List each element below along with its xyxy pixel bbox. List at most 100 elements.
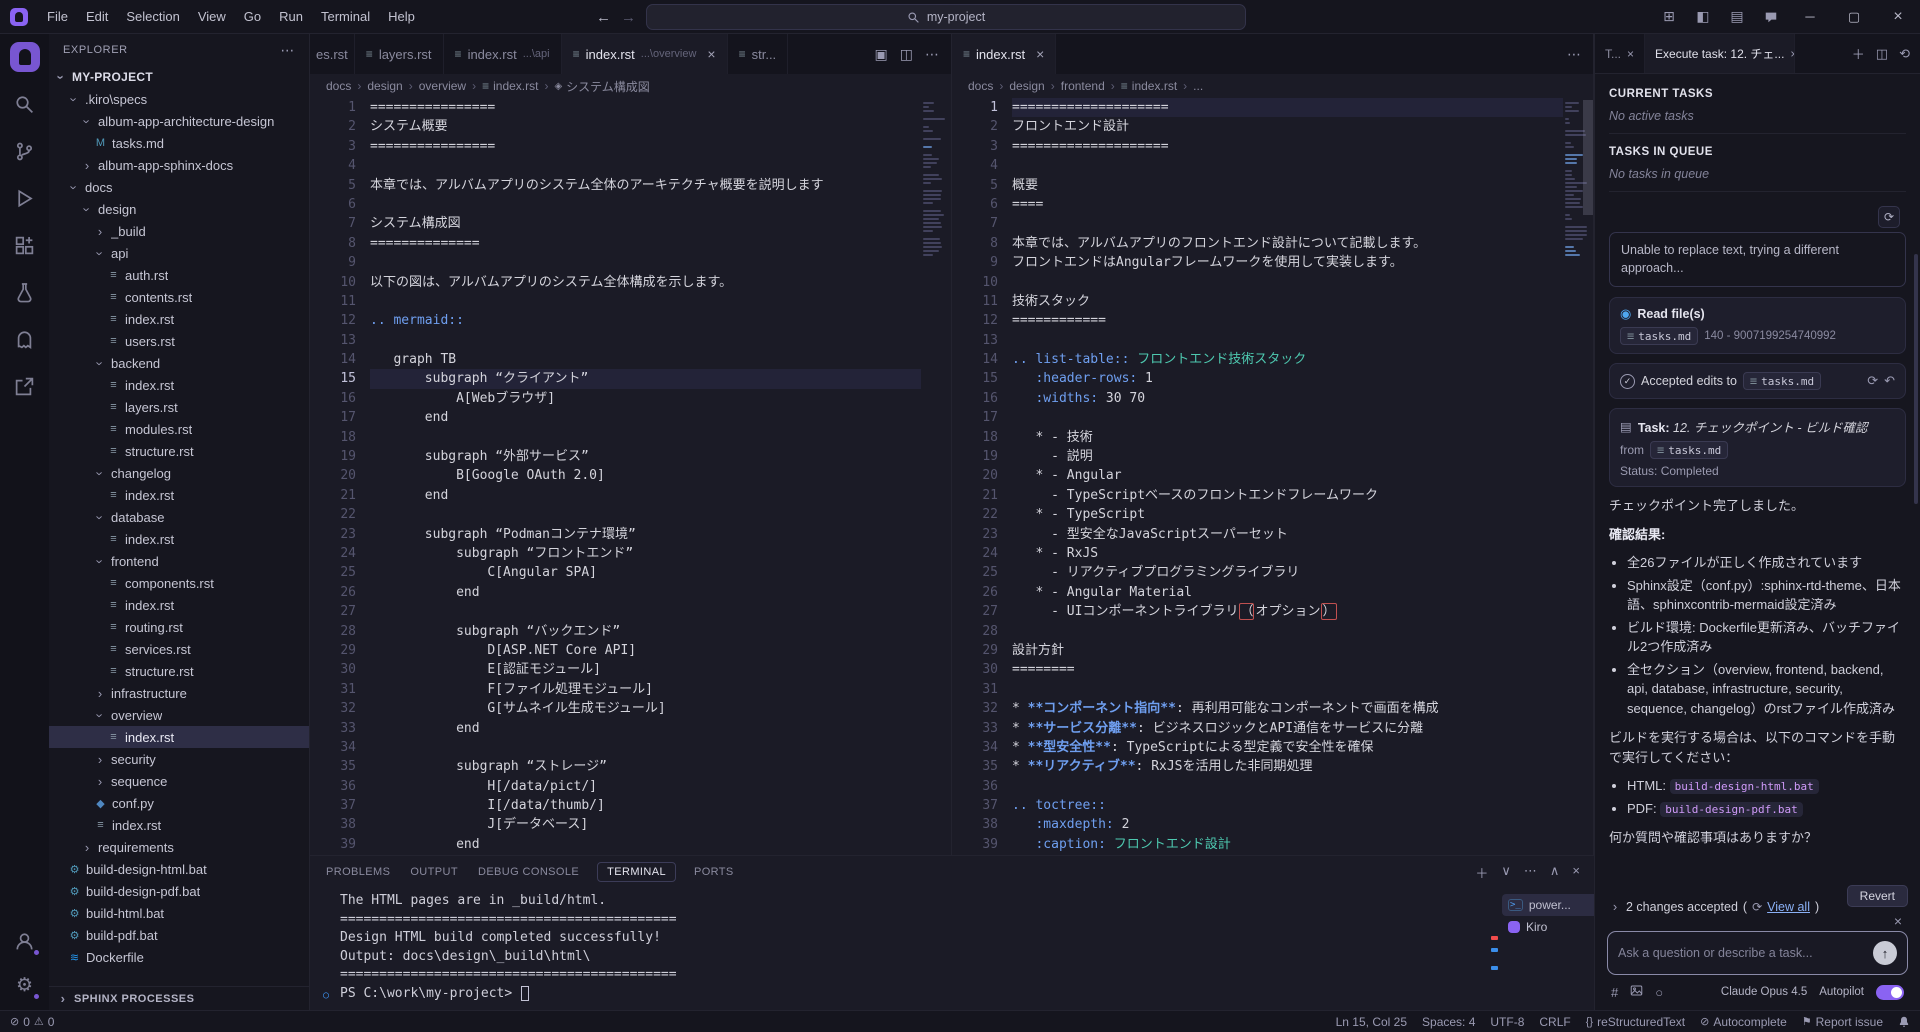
tree-item-overview[interactable]: ›overview	[49, 704, 309, 726]
revert-button[interactable]: Revert	[1847, 885, 1908, 907]
menu-go[interactable]: Go	[235, 5, 270, 28]
breadcrumb-item[interactable]: docs	[326, 79, 351, 93]
status-autocomplete[interactable]: ⊘Autocomplete	[1700, 1015, 1787, 1029]
panel-more-icon[interactable]: ⋯	[1524, 863, 1537, 882]
menu-run[interactable]: Run	[270, 5, 312, 28]
breadcrumb-item[interactable]: ≡index.rst	[1121, 79, 1177, 93]
tree-item-modules-rst[interactable]: ≡modules.rst	[49, 418, 309, 440]
tree-item-structure-rst[interactable]: ≡structure.rst	[49, 440, 309, 462]
breadcrumb-item[interactable]: ◈システム構成図	[554, 78, 649, 95]
remote-icon[interactable]	[10, 371, 40, 401]
file-chip[interactable]: ≡tasks.md	[1743, 372, 1821, 390]
file-chip[interactable]: ≡tasks.md	[1650, 441, 1728, 459]
breadcrumb-item[interactable]: ...	[1193, 79, 1203, 93]
breadcrumb-item[interactable]: design	[367, 79, 402, 93]
tree-item-backend[interactable]: ›backend	[49, 352, 309, 374]
maximize-panel-icon[interactable]: ∧	[1550, 863, 1560, 882]
tree-item-docs[interactable]: ›docs	[49, 176, 309, 198]
menu-help[interactable]: Help	[379, 5, 424, 28]
tree-item-auth-rst[interactable]: ≡auth.rst	[49, 264, 309, 286]
more-icon[interactable]: ⋯	[925, 46, 939, 63]
chat-icon[interactable]	[1754, 0, 1788, 33]
tree-item-api[interactable]: ›api	[49, 242, 309, 264]
close-tab-icon[interactable]: ×	[1627, 47, 1634, 61]
tree-item-index-rst[interactable]: ≡index.rst	[49, 374, 309, 396]
maximize-button[interactable]: ▢	[1832, 0, 1876, 33]
terminal-scrollbar[interactable]	[1488, 888, 1502, 1010]
tree-item-index-rst[interactable]: ≡index.rst	[49, 308, 309, 330]
run-debug-icon[interactable]	[10, 183, 40, 213]
notifications-bell-icon[interactable]	[1898, 1016, 1910, 1028]
context-hash-icon[interactable]: #	[1611, 985, 1618, 1000]
tree-item-build-design-html-bat[interactable]: ⚙build-design-html.bat	[49, 858, 309, 880]
tree-item-design[interactable]: ›design	[49, 198, 309, 220]
tree-item-album-app-architecture-design[interactable]: ›album-app-architecture-design	[49, 110, 309, 132]
kiro-tab-execute-task-12[interactable]: Execute task: 12. チェ...×	[1645, 34, 1795, 73]
model-selector[interactable]: Claude Opus 4.5	[1721, 986, 1807, 998]
open-in-editor-icon[interactable]: ◫	[1876, 46, 1888, 62]
editor-tab-index-rst[interactable]: ≡index.rst...\overview×	[562, 34, 728, 74]
tree-item-changelog[interactable]: ›changelog	[49, 462, 309, 484]
menu-view[interactable]: View	[189, 5, 235, 28]
new-terminal-icon[interactable]: ＋	[1475, 863, 1488, 882]
source-control-icon[interactable]	[10, 136, 40, 166]
problems-status[interactable]: ⊘ 0 ⚠ 0	[10, 1015, 54, 1029]
panel-tab-debug-console[interactable]: DEBUG CONSOLE	[476, 863, 581, 881]
tree-item-build-pdf-bat[interactable]: ⚙build-pdf.bat	[49, 924, 309, 946]
menu-selection[interactable]: Selection	[117, 5, 188, 28]
settings-icon[interactable]: ⚙	[10, 970, 40, 1000]
status-utf-8[interactable]: UTF-8	[1490, 1015, 1524, 1029]
terminal-instance-power[interactable]: >_power...	[1502, 894, 1594, 916]
editor-tab-index-rst[interactable]: ≡index.rst×	[952, 34, 1056, 74]
tree-item-security[interactable]: ›security	[49, 748, 309, 770]
new-session-icon[interactable]: ＋	[1852, 44, 1865, 63]
panel-tab-output[interactable]: OUTPUT	[408, 863, 460, 881]
dismiss-changes-icon[interactable]: ×	[1894, 913, 1902, 929]
editor-tab-index-rst[interactable]: ≡index.rst...\api	[444, 34, 562, 74]
editor-tab-es-rst[interactable]: es.rst	[310, 34, 355, 74]
code-lines[interactable]: ====================フロントエンド設計===========…	[1012, 98, 1563, 855]
tree-item-frontend[interactable]: ›frontend	[49, 550, 309, 572]
tree-item-components-rst[interactable]: ≡components.rst	[49, 572, 309, 594]
chat-message-list[interactable]: CURRENT TASKS No active tasks TASKS IN Q…	[1595, 74, 1920, 877]
square-icon[interactable]: ▣	[875, 46, 888, 63]
panel-tab-problems[interactable]: PROBLEMS	[324, 863, 392, 881]
breadcrumb-item[interactable]: design	[1009, 79, 1044, 93]
autopilot-toggle[interactable]	[1876, 985, 1904, 1000]
minimize-button[interactable]: ─	[1788, 0, 1832, 33]
terminal-output[interactable]: The HTML pages are in _build/html.======…	[310, 888, 1488, 1010]
tree-item-album-app-sphinx-docs[interactable]: ›album-app-sphinx-docs	[49, 154, 309, 176]
tree-item-index-rst[interactable]: ≡index.rst	[49, 594, 309, 616]
rerun-icon[interactable]: ⟳	[1867, 373, 1878, 389]
close-panel-icon[interactable]: ×	[1572, 863, 1580, 882]
tree-item-index-rst[interactable]: ≡index.rst	[49, 726, 309, 748]
history-icon[interactable]: ⟲	[1899, 46, 1910, 62]
kiro-agent-icon[interactable]	[10, 324, 40, 354]
tree-item-kiro-specs[interactable]: ›.kiro\specs	[49, 88, 309, 110]
tree-item-requirements[interactable]: ›requirements	[49, 836, 309, 858]
sphinx-processes-section[interactable]: › SPHINX PROCESSES	[49, 986, 309, 1010]
more-icon[interactable]: ⋯	[1567, 46, 1581, 63]
close-tab-icon[interactable]: ×	[1036, 46, 1044, 62]
retry-icon[interactable]: ⟳	[1878, 206, 1900, 228]
send-button[interactable]: ↑	[1873, 941, 1897, 965]
mcp-icon[interactable]: ○	[1655, 985, 1663, 1000]
chevron-right-icon[interactable]: ›	[1609, 899, 1621, 914]
chat-scrollbar[interactable]	[1914, 254, 1918, 504]
tree-item-index-rst[interactable]: ≡index.rst	[49, 484, 309, 506]
tree-item-index-rst[interactable]: ≡index.rst	[49, 528, 309, 550]
forward-icon[interactable]: →	[621, 9, 636, 26]
panel-left-icon[interactable]: ◧	[1686, 0, 1720, 33]
kiro-logo-icon[interactable]	[10, 42, 40, 72]
close-button[interactable]: ×	[1876, 0, 1920, 33]
layout-grid-icon[interactable]: ⊞	[1652, 0, 1686, 33]
tree-item-routing-rst[interactable]: ≡routing.rst	[49, 616, 309, 638]
terminal-instance-kiro[interactable]: Kiro	[1502, 916, 1594, 938]
status-report-issue[interactable]: ⚑Report issue	[1802, 1015, 1883, 1029]
panel-tab-terminal[interactable]: TERMINAL	[597, 862, 676, 882]
tree-item-contents-rst[interactable]: ≡contents.rst	[49, 286, 309, 308]
testing-icon[interactable]	[10, 277, 40, 307]
breadcrumb-item[interactable]: ≡index.rst	[482, 79, 538, 93]
scrollbar-thumb[interactable]	[1583, 100, 1593, 215]
tree-item-services-rst[interactable]: ≡services.rst	[49, 638, 309, 660]
